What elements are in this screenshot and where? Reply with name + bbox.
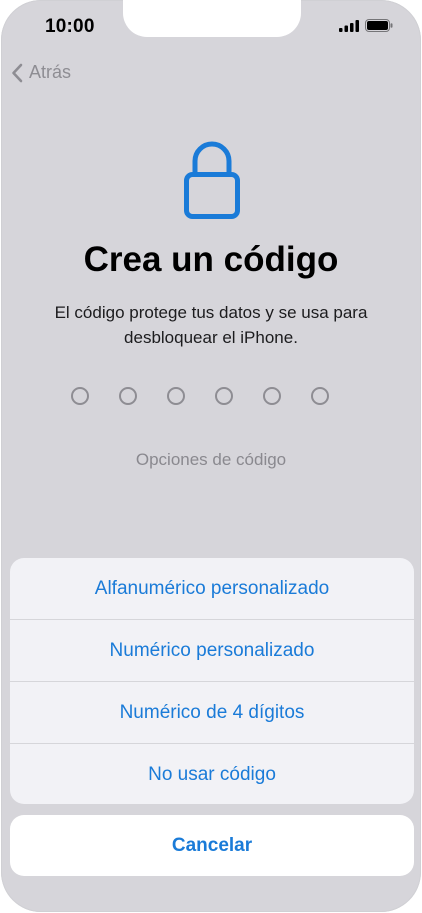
action-sheet: Alfanumérico personalizado Numérico pers… [10,558,414,804]
passcode-dot [311,387,329,405]
option-no-passcode[interactable]: No usar código [10,744,414,804]
status-time: 10:00 [45,16,95,37]
status-icons [339,19,393,32]
passcode-dot [119,387,137,405]
passcode-dot [167,387,185,405]
battery-icon [365,19,393,32]
phone-screen: 10:00 Atrás Crea un código El código pro… [1,0,421,912]
page-subtitle: El código protege tus datos y se usa par… [54,303,368,347]
option-4-digit-numeric[interactable]: Numérico de 4 dígitos [10,682,414,744]
passcode-dot [263,387,281,405]
passcode-dots [71,387,329,405]
option-custom-numeric[interactable]: Numérico personalizado [10,620,414,682]
option-custom-alphanumeric[interactable]: Alfanumérico personalizado [10,558,414,620]
chevron-left-icon [12,63,23,82]
cancel-button[interactable]: Cancelar [10,815,414,876]
signal-icon [339,19,359,32]
lock-icon [184,141,240,219]
passcode-options-link[interactable]: Opciones de código [1,450,421,470]
notch [123,0,301,37]
passcode-dot [71,387,89,405]
back-label: Atrás [29,62,72,82]
back-button[interactable]: Atrás [11,62,71,83]
passcode-dot [215,387,233,405]
page-title: Crea un código [83,240,339,279]
